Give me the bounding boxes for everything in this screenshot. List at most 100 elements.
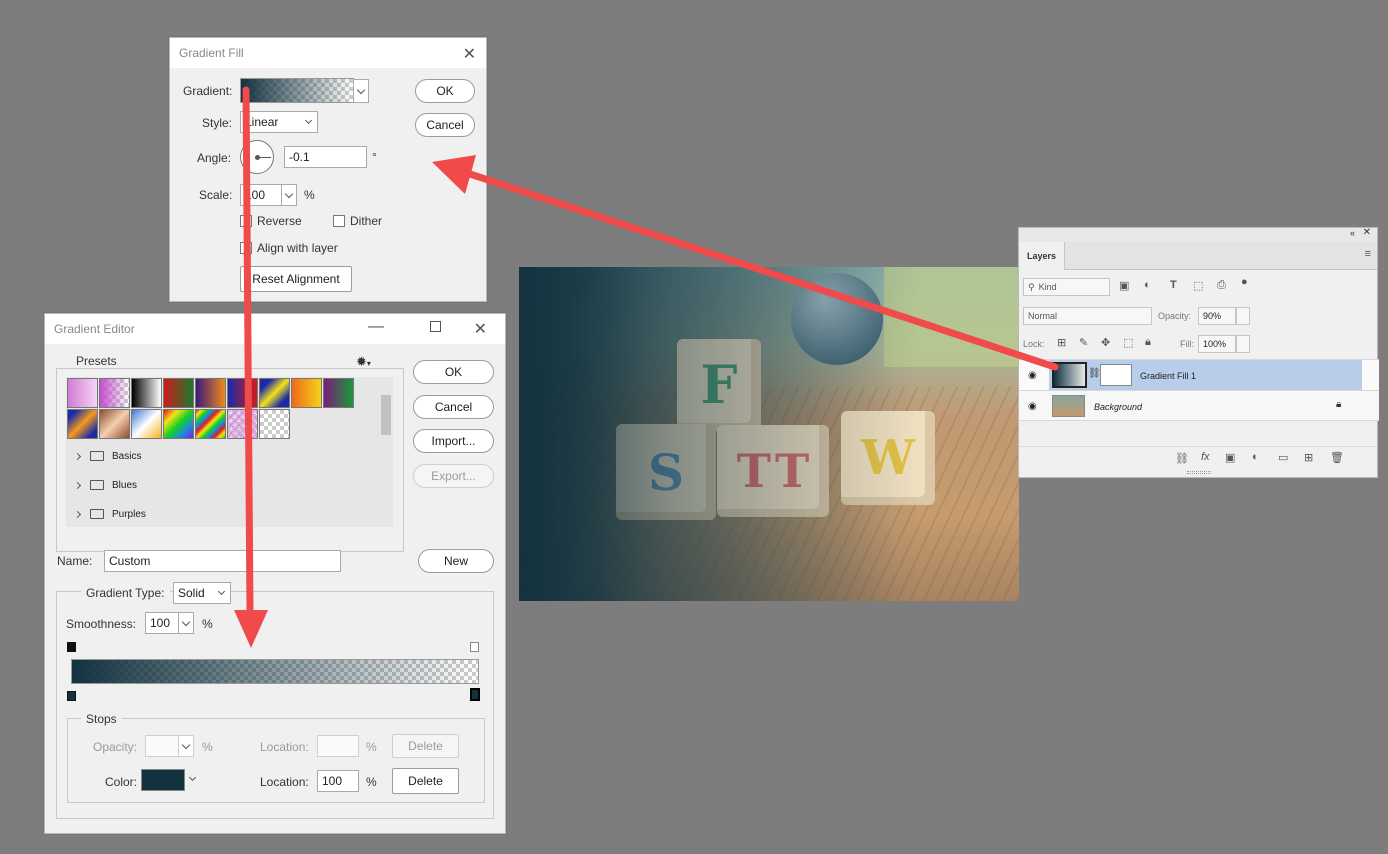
delete-layer-icon[interactable]: 🗑︎: [1330, 451, 1344, 464]
preset-folder-purples[interactable]: Purples: [73, 501, 379, 527]
scale-value: 100: [245, 188, 266, 202]
preset-swatch[interactable]: [227, 378, 258, 408]
new-button[interactable]: New: [418, 549, 494, 573]
panel-top-bar: « ✕: [1019, 227, 1377, 242]
new-group-icon[interactable]: ▭: [1278, 451, 1288, 464]
delete-opacity-stop-button[interactable]: Delete: [392, 734, 459, 758]
color-stop-right[interactable]: [470, 688, 480, 701]
ok-button[interactable]: OK: [413, 360, 494, 384]
reverse-checkbox[interactable]: [240, 215, 252, 227]
preset-swatch[interactable]: [99, 378, 130, 408]
fill-dropdown[interactable]: [1236, 335, 1250, 353]
preset-swatch[interactable]: [163, 378, 194, 408]
fx-icon[interactable]: fx: [1201, 451, 1210, 463]
gear-icon[interactable]: ✹▾: [356, 354, 371, 370]
preset-swatch[interactable]: [99, 409, 130, 439]
maximize-icon[interactable]: [430, 321, 441, 332]
scale-input[interactable]: 100: [240, 184, 282, 206]
close-icon[interactable]: ✕: [474, 319, 487, 339]
layer-row-background[interactable]: ◉ Background 🔒︎: [1019, 390, 1379, 421]
stop-opacity-location-input[interactable]: [317, 735, 359, 757]
preset-swatch[interactable]: [227, 409, 258, 439]
preset-swatch[interactable]: [291, 378, 322, 408]
pixel-filter-icon[interactable]: ▣: [1119, 279, 1129, 292]
lock-all-icon[interactable]: 🔒︎: [1145, 336, 1151, 349]
shape-filter-icon[interactable]: ⬚: [1193, 279, 1203, 292]
minimize-icon[interactable]: —: [368, 318, 384, 336]
stop-color-location-input[interactable]: 100: [317, 770, 359, 792]
opacity-input[interactable]: 90%: [1198, 307, 1236, 325]
gradient-type-select[interactable]: Solid: [173, 582, 231, 604]
style-select[interactable]: Linear: [240, 111, 318, 133]
opacity-dropdown[interactable]: [1236, 307, 1250, 325]
preset-swatch[interactable]: [131, 409, 162, 439]
gradient-preview-swatch[interactable]: [240, 78, 354, 103]
gradient-dropdown[interactable]: [353, 79, 369, 103]
type-filter-icon[interactable]: T: [1170, 279, 1177, 291]
angle-input[interactable]: -0.1: [284, 146, 367, 168]
background-layer-thumbnail: [1052, 395, 1085, 417]
stop-opacity-location-label: Location:: [260, 740, 309, 754]
ok-button[interactable]: OK: [415, 79, 475, 103]
export-button[interactable]: Export...: [413, 464, 494, 488]
eye-icon[interactable]: ◉: [1028, 370, 1037, 381]
adjustment-filter-icon[interactable]: ◐: [1144, 279, 1151, 291]
close-icon[interactable]: ✕: [1363, 227, 1371, 238]
preset-swatch[interactable]: [259, 378, 290, 408]
close-icon[interactable]: ✕: [463, 44, 476, 64]
resize-grip[interactable]: [1187, 471, 1211, 474]
document-canvas[interactable]: F S T T W: [519, 267, 1019, 601]
preset-folder-blues[interactable]: Blues: [73, 472, 379, 498]
name-input[interactable]: Custom: [104, 550, 341, 572]
reset-alignment-button[interactable]: Reset Alignment: [240, 266, 352, 292]
smart-object-filter-icon[interactable]: ⎙: [1217, 279, 1226, 292]
preset-swatch[interactable]: [195, 409, 226, 439]
eye-icon[interactable]: ◉: [1028, 401, 1037, 412]
link-layers-icon[interactable]: ⛓: [1175, 452, 1189, 465]
preset-swatch[interactable]: [259, 409, 290, 439]
color-stop-left[interactable]: [67, 691, 76, 701]
cancel-button[interactable]: Cancel: [413, 395, 494, 419]
stop-color-location-label: Location:: [260, 775, 309, 789]
scale-dropdown[interactable]: [281, 184, 297, 206]
gradient-ramp[interactable]: [71, 659, 479, 684]
smoothness-value: 100: [150, 616, 171, 630]
filter-toggle-icon[interactable]: ●: [1241, 276, 1248, 288]
new-layer-icon[interactable]: ⊞: [1304, 451, 1313, 464]
cancel-button[interactable]: Cancel: [415, 113, 475, 137]
link-icon[interactable]: ⛓: [1088, 368, 1101, 379]
align-with-layer-checkbox[interactable]: [240, 242, 252, 254]
blend-mode-select[interactable]: Normal: [1023, 307, 1152, 325]
import-button[interactable]: Import...: [413, 429, 494, 453]
angle-dial[interactable]: [240, 140, 274, 174]
layers-tab[interactable]: Layers: [1019, 242, 1065, 270]
stop-opacity-input[interactable]: [145, 735, 179, 757]
panel-menu-icon[interactable]: ≡: [1365, 248, 1371, 260]
preset-swatch[interactable]: [131, 378, 162, 408]
preset-folder-basics[interactable]: Basics: [73, 443, 379, 469]
preset-swatch[interactable]: [67, 378, 98, 408]
opacity-stop-right[interactable]: [470, 642, 479, 652]
fill-input[interactable]: 100%: [1198, 335, 1236, 353]
preset-swatch[interactable]: [67, 409, 98, 439]
dither-checkbox[interactable]: [333, 215, 345, 227]
stop-color-swatch[interactable]: [141, 769, 185, 791]
preset-swatch[interactable]: [163, 409, 194, 439]
presets-scrollbar[interactable]: [379, 377, 393, 527]
collapse-icon[interactable]: «: [1350, 228, 1355, 238]
add-mask-icon[interactable]: ▣: [1225, 451, 1235, 464]
lock-paint-icon[interactable]: ✎: [1079, 336, 1088, 349]
smoothness-dropdown[interactable]: [178, 612, 194, 634]
stop-opacity-dropdown[interactable]: [178, 735, 194, 757]
preset-swatch[interactable]: [195, 378, 226, 408]
adjustment-layer-icon[interactable]: ◐: [1252, 451, 1259, 463]
opacity-stop-left[interactable]: [67, 642, 76, 652]
lock-artboard-icon[interactable]: ⬚: [1123, 336, 1133, 349]
kind-filter-select[interactable]: ⚲ Kind: [1023, 278, 1110, 296]
smoothness-input[interactable]: 100: [145, 612, 179, 634]
lock-transparent-icon[interactable]: ⊞: [1057, 336, 1066, 349]
layer-row-gradient-fill[interactable]: ◉ ⛓ Gradient Fill 1: [1019, 359, 1379, 390]
lock-position-icon[interactable]: ✥: [1101, 336, 1110, 349]
preset-swatch[interactable]: [323, 378, 354, 408]
delete-color-stop-button[interactable]: Delete: [392, 768, 459, 794]
